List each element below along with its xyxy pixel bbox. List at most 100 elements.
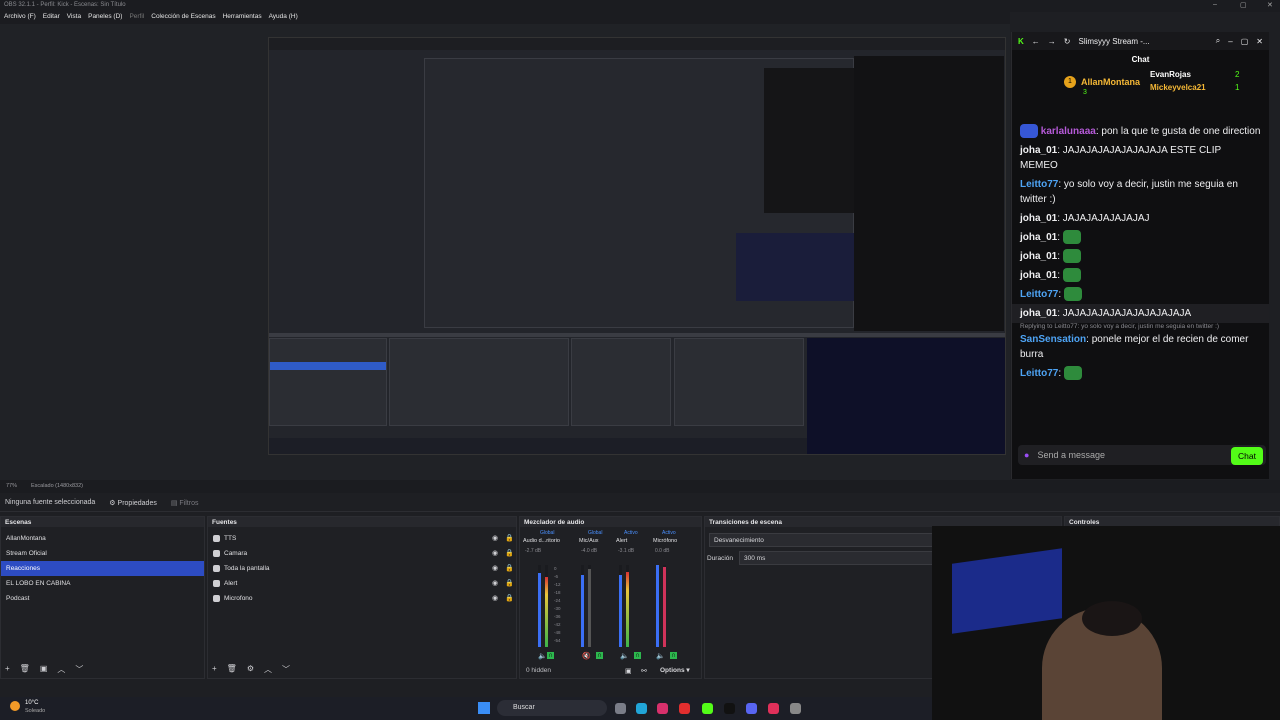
speaker-icon[interactable]: 🔈 [538, 652, 547, 660]
eye-icon[interactable]: ◉ [492, 549, 498, 557]
lock-icon[interactable]: 🔒 [505, 594, 514, 602]
gear-icon[interactable]: ⚙ [247, 664, 254, 675]
scene-item[interactable]: EL LOBO EN CABINA [1, 576, 204, 591]
lock-icon[interactable]: 🔒 [505, 534, 514, 542]
eye-icon[interactable]: ◉ [492, 564, 498, 572]
transition-select[interactable]: Desvanecimiento [709, 533, 937, 547]
maximize-icon[interactable]: ▢ [1241, 37, 1249, 46]
scene-item[interactable]: Podcast [1, 591, 204, 606]
speaker-icon[interactable]: 🔈 [620, 652, 629, 660]
mixer-lock-icon[interactable]: ▣ [625, 667, 632, 675]
mic-icon[interactable]: ● [1024, 450, 1029, 460]
chat-username[interactable]: Leitto77 [1020, 289, 1058, 300]
file-explorer-icon[interactable] [615, 703, 626, 714]
volume-fader[interactable] [656, 565, 659, 647]
filter-icon[interactable]: ▣ [40, 664, 48, 675]
menu-herramientas[interactable]: Herramientas [223, 13, 262, 23]
duration-input[interactable]: 300 ms [739, 551, 937, 565]
instagram-icon[interactable] [657, 703, 668, 714]
eye-icon[interactable]: ◉ [492, 579, 498, 587]
minimize-icon[interactable]: – [1213, 1, 1217, 8]
source-item[interactable]: TTS ◉ 🔒 [208, 531, 516, 546]
kick-icon[interactable] [702, 703, 713, 714]
chat-username[interactable]: Leitto77 [1020, 368, 1058, 379]
link-icon[interactable]: ⚯ [641, 667, 647, 675]
source-item[interactable]: Alert ◉ 🔒 [208, 576, 516, 591]
volume-fader[interactable] [619, 565, 622, 647]
headphones-icon[interactable]: ∩ [596, 652, 604, 659]
properties-button[interactable]: ⚙ Propiedades [109, 499, 157, 507]
chat-username[interactable]: joha_01 [1020, 145, 1057, 156]
up-icon[interactable]: ︿ [57, 664, 65, 675]
channel-name[interactable]: Alert [616, 538, 627, 544]
channel-name[interactable]: Audio d...ritorio [523, 538, 560, 544]
close-icon[interactable]: ✕ [1267, 1, 1273, 9]
scene-item-selected[interactable]: Reacciones [1, 561, 204, 576]
speaker-muted-icon[interactable]: 🔇 [582, 652, 591, 660]
delete-icon[interactable]: 🗑 [227, 664, 237, 675]
scene-item[interactable]: AllanMontana [1, 531, 204, 546]
chat-username[interactable]: joha_01 [1020, 232, 1057, 243]
menu-editar[interactable]: Editar [43, 13, 60, 23]
menu-vista[interactable]: Vista [67, 13, 81, 23]
source-item[interactable]: Microfono ◉ 🔒 [208, 591, 516, 606]
mixer-options-button[interactable]: Options ▾ [660, 666, 690, 674]
discord-icon[interactable] [746, 703, 757, 714]
chat-username[interactable]: joha_01 [1020, 251, 1057, 262]
close-icon[interactable]: ✕ [1256, 37, 1263, 46]
menu-ayuda[interactable]: Ayuda (H) [269, 13, 298, 23]
menu-archivo[interactable]: Archivo (F) [4, 13, 36, 23]
source-item[interactable]: Toda la pantalla ◉ 🔒 [208, 561, 516, 576]
forward-icon[interactable]: → [1048, 37, 1056, 46]
gifter-name[interactable]: EvanRojas [1150, 70, 1191, 79]
speaker-icon[interactable]: 🔈 [656, 652, 665, 660]
chat-send-button[interactable]: Chat [1231, 447, 1263, 465]
youtube-icon[interactable] [679, 703, 690, 714]
channel-name[interactable]: Micrófono [653, 538, 677, 544]
volume-fader[interactable] [538, 565, 541, 647]
maximize-icon[interactable]: ▢ [1240, 1, 1247, 9]
windows-start-icon[interactable] [478, 702, 490, 714]
headphones-icon[interactable]: ∩ [634, 652, 642, 659]
chat-username[interactable]: joha_01 [1020, 270, 1057, 281]
zoom-level[interactable]: 77% [6, 483, 17, 490]
chat-input[interactable]: ● Send a message [1018, 445, 1266, 465]
zoom-icon[interactable]: ⌕ [1216, 36, 1220, 46]
lock-icon[interactable]: 🔒 [505, 549, 514, 557]
taskbar-search[interactable]: Buscar [497, 700, 607, 716]
minimize-icon[interactable]: – [1228, 37, 1232, 46]
headphones-icon[interactable]: ∩ [670, 652, 678, 659]
channel-name[interactable]: Mic/Aux [579, 538, 599, 544]
scene-item[interactable]: Stream Oficial [1, 546, 204, 561]
gifter-name[interactable]: AllanMontana [1081, 77, 1140, 87]
chat-username[interactable]: SanSensation [1020, 334, 1086, 345]
eye-icon[interactable]: ◉ [492, 594, 498, 602]
chat-username[interactable]: joha_01 [1020, 213, 1057, 224]
volume-fader[interactable] [581, 565, 584, 647]
chat-username[interactable]: karlalunaaa [1041, 126, 1096, 137]
menu-paneles[interactable]: Paneles (D) [88, 13, 122, 23]
down-icon[interactable]: ﹀ [75, 664, 83, 675]
source-item[interactable]: Camara ◉ 🔒 [208, 546, 516, 561]
filters-button[interactable]: ▤ Filtros [171, 499, 199, 507]
refresh-icon[interactable]: ↻ [1064, 37, 1071, 46]
menu-perfil[interactable]: Perfil [129, 13, 144, 23]
chat-username[interactable]: Leitto77 [1020, 179, 1058, 190]
lock-icon[interactable]: 🔒 [505, 579, 514, 587]
menu-coleccion[interactable]: Colección de Escenas [151, 13, 215, 23]
edge-icon[interactable] [636, 703, 647, 714]
eye-icon[interactable]: ◉ [492, 534, 498, 542]
weather-temp[interactable]: 10°C [25, 700, 38, 706]
tiktok-icon[interactable] [724, 703, 735, 714]
music-icon[interactable] [768, 703, 779, 714]
up-icon[interactable]: ︿ [264, 664, 272, 675]
chat-username[interactable]: joha_01 [1020, 308, 1057, 319]
delete-icon[interactable]: 🗑 [20, 664, 30, 675]
add-icon[interactable]: + [5, 664, 10, 675]
obs-icon[interactable] [790, 703, 801, 714]
gifter-name[interactable]: Mickeyvelca21 [1150, 83, 1206, 92]
preview-scale[interactable]: Escalado (1480x832) [31, 483, 83, 490]
add-icon[interactable]: + [212, 664, 217, 675]
down-icon[interactable]: ﹀ [282, 664, 290, 675]
lock-icon[interactable]: 🔒 [505, 564, 514, 572]
